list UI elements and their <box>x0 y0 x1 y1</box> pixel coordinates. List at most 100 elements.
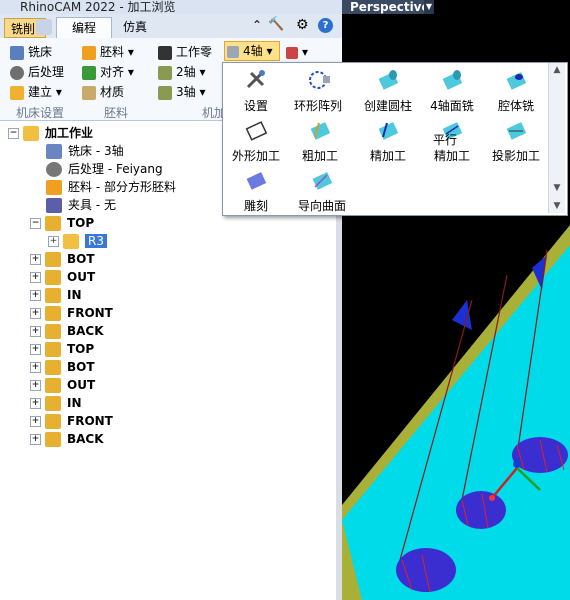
expand-icon[interactable]: + <box>30 326 41 337</box>
post-icon <box>10 65 24 80</box>
machine-button[interactable]: 铣床 <box>10 42 52 62</box>
chevron-up-icon[interactable]: ⌃ <box>252 18 262 32</box>
axis2-button[interactable]: 2轴 ▾ <box>158 62 205 82</box>
work-zero-button[interactable]: 工作零 <box>158 42 212 62</box>
expand-icon[interactable]: + <box>30 398 41 409</box>
scroll-up-icon[interactable]: ▲ <box>549 65 565 75</box>
tools-icon <box>246 70 265 89</box>
expand-icon[interactable]: + <box>30 272 41 283</box>
expand-icon[interactable]: + <box>30 434 41 445</box>
tree-setup[interactable]: + TOP <box>30 340 94 358</box>
expand-icon[interactable]: + <box>30 416 41 427</box>
tree-setup[interactable]: + BOT <box>30 358 95 376</box>
setup-icon <box>45 378 61 393</box>
expand-icon[interactable]: + <box>30 362 41 373</box>
tab-edit[interactable]: 编程 <box>56 17 112 39</box>
viewport-label[interactable]: Perspective <box>342 0 432 14</box>
expand-icon[interactable]: + <box>30 254 41 265</box>
axis3-button[interactable]: 3轴 ▾ <box>158 82 205 102</box>
tree-setup[interactable]: + BOT <box>30 250 95 268</box>
stock-button[interactable]: 胚料 ▾ <box>82 42 134 62</box>
setup-icon <box>45 288 61 303</box>
tab-simulate[interactable]: 仿真 <box>108 17 162 37</box>
setup-icon <box>45 324 61 339</box>
fixture-icon <box>46 198 62 213</box>
gallery-item-setup[interactable]: 设置 <box>223 67 289 114</box>
help-icon[interactable]: ? <box>318 18 333 33</box>
tree-root[interactable]: − 加工作业 <box>8 124 93 142</box>
expand-icon[interactable]: + <box>30 308 41 319</box>
tree-stock[interactable]: 胚料 - 部分方形胚料 <box>46 178 176 196</box>
expand-icon[interactable]: + <box>30 344 41 355</box>
pocket-icon <box>506 72 527 90</box>
tree-setup[interactable]: + IN <box>30 394 82 412</box>
material-icon <box>82 85 96 100</box>
collapse-icon[interactable]: − <box>8 128 19 139</box>
gallery-item-engraving[interactable]: 雕刻 <box>223 167 289 214</box>
tree-setup[interactable]: − TOP <box>30 214 94 232</box>
machine-icon <box>10 45 24 60</box>
gear-icon[interactable]: ⚙ <box>296 17 309 33</box>
face-mill-icon <box>442 70 463 90</box>
cylinder <box>456 491 506 529</box>
tools-button[interactable]: ▾ <box>286 42 308 62</box>
expand-icon[interactable]: + <box>48 236 59 247</box>
build-icon <box>10 85 24 100</box>
folder-icon <box>63 234 79 249</box>
setup-icon <box>45 342 61 357</box>
expand-icon[interactable]: + <box>30 380 41 391</box>
profile-icon <box>245 121 268 141</box>
gallery-scrollbar[interactable]: ▲ ▼ ▼ <box>548 63 565 213</box>
group-machine-setup: 机床设置 <box>16 106 65 120</box>
collapse-icon[interactable]: − <box>30 218 41 229</box>
tools-icon <box>286 46 298 59</box>
gallery-item-projection[interactable]: 投影加工 <box>483 117 549 164</box>
setup-icon <box>45 360 61 375</box>
gallery-item-4axis-face-mill[interactable]: 4轴面铣 <box>419 67 485 114</box>
layout-icon[interactable] <box>36 19 52 35</box>
gallery-item-roughing[interactable]: 粗加工 <box>287 117 353 164</box>
tree-machine[interactable]: 铣床 - 3轴 <box>46 142 124 160</box>
ribbon-tab-bar: 铣削 编程 仿真 ⌃ 🔨 ⚙ ? <box>0 14 342 39</box>
setup-icon <box>45 216 61 231</box>
cylinder-icon <box>378 70 399 90</box>
stock-icon <box>82 45 96 60</box>
tree-setup[interactable]: + FRONT <box>30 304 113 322</box>
post-button[interactable]: 后处理 <box>10 62 64 82</box>
group-stock: 胚料 <box>104 106 129 120</box>
gallery-item-flow-surface[interactable]: 导向曲面 <box>289 167 355 214</box>
axis4-icon <box>227 45 239 58</box>
material-button[interactable]: 材质 <box>82 82 124 102</box>
gallery-item-finishing[interactable]: 精加工 <box>355 117 421 164</box>
expand-icon[interactable]: + <box>30 290 41 301</box>
circular-array-icon <box>309 71 330 89</box>
scroll-expand-icon[interactable]: ▼ <box>549 201 565 211</box>
setup-icon <box>45 270 61 285</box>
gallery-item-circular-array[interactable]: 环形阵列 <box>285 67 351 114</box>
engraving-icon <box>246 172 267 190</box>
tree-r3[interactable]: + R3 <box>48 232 107 250</box>
axis4-button[interactable]: 4轴 ▾ <box>224 41 280 61</box>
tree-fixture[interactable]: 夹具 - 无 <box>46 196 116 214</box>
scroll-down-icon[interactable]: ▼ <box>549 183 565 193</box>
align-button[interactable]: 对齐 ▾ <box>82 62 134 82</box>
tree-setup[interactable]: + BACK <box>30 430 104 448</box>
tree-setup[interactable]: + BACK <box>30 322 104 340</box>
tree-setup[interactable]: + IN <box>30 286 82 304</box>
axis3-icon <box>158 85 172 100</box>
window-title: RhinoCAM 2022 - 加工浏览 <box>0 0 342 14</box>
tree-post[interactable]: 后处理 - Feiyang <box>46 160 163 178</box>
tree-setup[interactable]: + FRONT <box>30 412 113 430</box>
setup-icon <box>45 306 61 321</box>
gallery-item-create-cylinder[interactable]: 创建圆柱 <box>355 67 421 114</box>
part-surface <box>342 245 570 600</box>
viewport-dropdown-icon[interactable]: ▼ <box>424 0 434 14</box>
tree-setup[interactable]: + OUT <box>30 268 95 286</box>
align-icon <box>82 65 96 80</box>
hammer-icon[interactable]: 🔨 <box>268 17 284 32</box>
gallery-item-pocket-mill[interactable]: 腔体铣 <box>483 67 549 114</box>
gallery-item-profile[interactable]: 外形加工 <box>223 117 289 164</box>
build-button[interactable]: 建立 ▾ <box>10 82 62 102</box>
gallery-item-parallel-finishing[interactable]: 平行 精加工 <box>419 117 485 164</box>
tree-setup[interactable]: + OUT <box>30 376 95 394</box>
